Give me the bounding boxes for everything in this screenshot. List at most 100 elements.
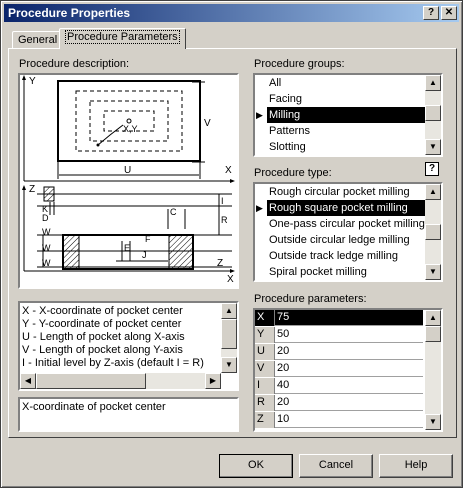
group-item[interactable]: All xyxy=(267,75,425,91)
scroll-thumb[interactable] xyxy=(425,326,441,342)
window-title: Procedure Properties xyxy=(8,6,131,20)
params-label: Procedure parameters: xyxy=(254,293,367,305)
scroll-up-icon[interactable]: ▲ xyxy=(221,303,237,319)
description-list[interactable]: X - X-coordinate of pocket center Y - Y-… xyxy=(18,301,239,391)
param-row[interactable]: Z 10 xyxy=(255,412,423,428)
help-title-button[interactable]: ? xyxy=(423,6,439,20)
pocket-diagram: Y X,Y V U X Z K D C I R W W W E F J Z X xyxy=(22,75,235,285)
scroll-up-icon[interactable]: ▲ xyxy=(425,184,441,200)
description-line: U - Length of pocket along X-axis xyxy=(22,331,185,343)
diagram-label-j: J xyxy=(142,250,147,260)
description-line: X - X-coordinate of pocket center xyxy=(22,305,183,317)
param-value[interactable]: 50 xyxy=(277,327,289,342)
type-help-icon[interactable]: ? xyxy=(425,162,439,176)
description-diagram: Y X,Y V U X Z K D C I R W W W E F J Z X xyxy=(18,73,239,289)
scroll-thumb[interactable] xyxy=(36,373,146,389)
param-key: Z xyxy=(255,412,275,428)
param-row[interactable]: I 40 xyxy=(255,378,423,394)
hint-text: X-coordinate of pocket center xyxy=(22,401,166,413)
diagram-label-d: D xyxy=(42,213,49,223)
scroll-down-icon[interactable]: ▼ xyxy=(221,357,237,373)
help-button[interactable]: Help xyxy=(379,454,453,478)
type-item[interactable]: Outside track ledge milling xyxy=(267,248,425,264)
scroll-right-icon[interactable]: ▶ xyxy=(205,373,221,389)
param-key: V xyxy=(255,361,275,377)
param-value[interactable]: 10 xyxy=(277,412,289,427)
description-line: Y - Y-coordinate of pocket center xyxy=(22,318,182,330)
cancel-button[interactable]: Cancel xyxy=(299,454,373,478)
group-item[interactable]: Slotting xyxy=(267,139,425,155)
description-line: V - Length of pocket along Y-axis xyxy=(22,344,183,356)
diagram-label-c: C xyxy=(170,207,177,217)
param-row[interactable]: Y 50 xyxy=(255,327,423,343)
param-value[interactable]: 40 xyxy=(277,378,289,393)
type-label: Procedure type: xyxy=(254,167,332,179)
scroll-down-icon[interactable]: ▼ xyxy=(425,139,441,155)
param-value[interactable]: 20 xyxy=(277,344,289,359)
tab-general[interactable]: General xyxy=(12,31,64,49)
diagram-label-w2: W xyxy=(42,243,51,253)
current-row-marker-icon: ▶ xyxy=(256,110,263,120)
param-row[interactable]: V 20 xyxy=(255,361,423,377)
groups-label: Procedure groups: xyxy=(254,58,345,70)
scroll-up-icon[interactable]: ▲ xyxy=(425,310,441,326)
diagram-label-z-top: Z xyxy=(29,184,35,195)
type-item[interactable]: Rough circular pocket milling xyxy=(267,184,425,200)
diagram-label-x-bottom: X xyxy=(227,274,234,285)
diagram-label-x-top: X xyxy=(225,165,232,176)
param-key: X xyxy=(255,310,275,326)
scroll-up-icon[interactable]: ▲ xyxy=(425,75,441,91)
scroll-down-icon[interactable]: ▼ xyxy=(425,264,441,280)
param-value[interactable]: 75 xyxy=(277,310,289,325)
description-line: I - Initial level by Z-axis (default I =… xyxy=(22,357,204,369)
params-vscroll[interactable]: ▲ ▼ xyxy=(425,310,441,430)
param-row[interactable]: U 20 xyxy=(255,344,423,360)
diagram-label-y-top: Y xyxy=(29,76,36,87)
diagram-label-e: E xyxy=(124,243,130,253)
tab-procedure-parameters[interactable]: Procedure Parameters xyxy=(59,28,186,49)
type-item-selected[interactable]: Rough square pocket milling xyxy=(267,200,425,216)
groups-list[interactable]: ▶ All Facing Milling Patterns Slotting ▲… xyxy=(253,73,443,157)
ok-button[interactable]: OK xyxy=(219,454,293,478)
tab-procedure-parameters-label: Procedure Parameters xyxy=(65,30,180,44)
title-bar[interactable]: Procedure Properties ? ✕ xyxy=(4,4,459,22)
diagram-label-r: R xyxy=(221,215,228,225)
diagram-label-z-bottom: Z xyxy=(217,258,223,269)
param-key: U xyxy=(255,344,275,360)
type-item[interactable]: Outside circular ledge milling xyxy=(267,232,425,248)
group-item[interactable]: Facing xyxy=(267,91,425,107)
param-key: Y xyxy=(255,327,275,343)
scroll-thumb[interactable] xyxy=(425,105,441,121)
param-value[interactable]: 20 xyxy=(277,361,289,376)
diagram-label-v: V xyxy=(204,118,211,129)
type-list[interactable]: ▶ Rough circular pocket milling Rough sq… xyxy=(253,182,443,282)
description-hscroll[interactable]: ◀ ▶ xyxy=(20,373,221,389)
current-row-marker-icon: ▶ xyxy=(256,203,263,213)
scroll-thumb[interactable] xyxy=(221,319,237,349)
diagram-label-w1: W xyxy=(42,227,51,237)
group-item-selected[interactable]: Milling xyxy=(267,107,425,123)
group-item[interactable]: Patterns xyxy=(267,123,425,139)
param-key: I xyxy=(255,378,275,394)
diagram-label-u: U xyxy=(124,165,131,176)
groups-vscroll[interactable]: ▲ ▼ xyxy=(425,75,441,155)
scroll-thumb[interactable] xyxy=(425,224,441,240)
diagram-label-w3: W xyxy=(42,258,51,268)
param-row[interactable]: R 20 xyxy=(255,395,423,411)
scroll-left-icon[interactable]: ◀ xyxy=(20,373,36,389)
type-item[interactable]: One-pass circular pocket milling xyxy=(267,216,425,232)
param-key: R xyxy=(255,395,275,411)
type-item[interactable]: Spiral pocket milling xyxy=(267,264,425,280)
diagram-label-point: X,Y xyxy=(123,124,138,134)
param-value[interactable]: 20 xyxy=(277,395,289,410)
close-button[interactable]: ✕ xyxy=(441,6,457,20)
dialog-window: Procedure Properties ? ✕ General Procedu… xyxy=(0,0,463,488)
diagram-label-f: F xyxy=(145,234,151,244)
param-row[interactable]: X 75 xyxy=(255,310,423,326)
description-label: Procedure description: xyxy=(19,58,130,70)
type-vscroll[interactable]: ▲ ▼ xyxy=(425,184,441,280)
params-grid[interactable]: X 75 Y 50 U 20 V 20 I 40 R 20 Z 10 ▲ ▼ xyxy=(253,308,443,432)
scroll-down-icon[interactable]: ▼ xyxy=(425,414,441,430)
description-vscroll[interactable]: ▲ ▼ xyxy=(221,303,237,373)
diagram-label-i: I xyxy=(221,196,224,206)
